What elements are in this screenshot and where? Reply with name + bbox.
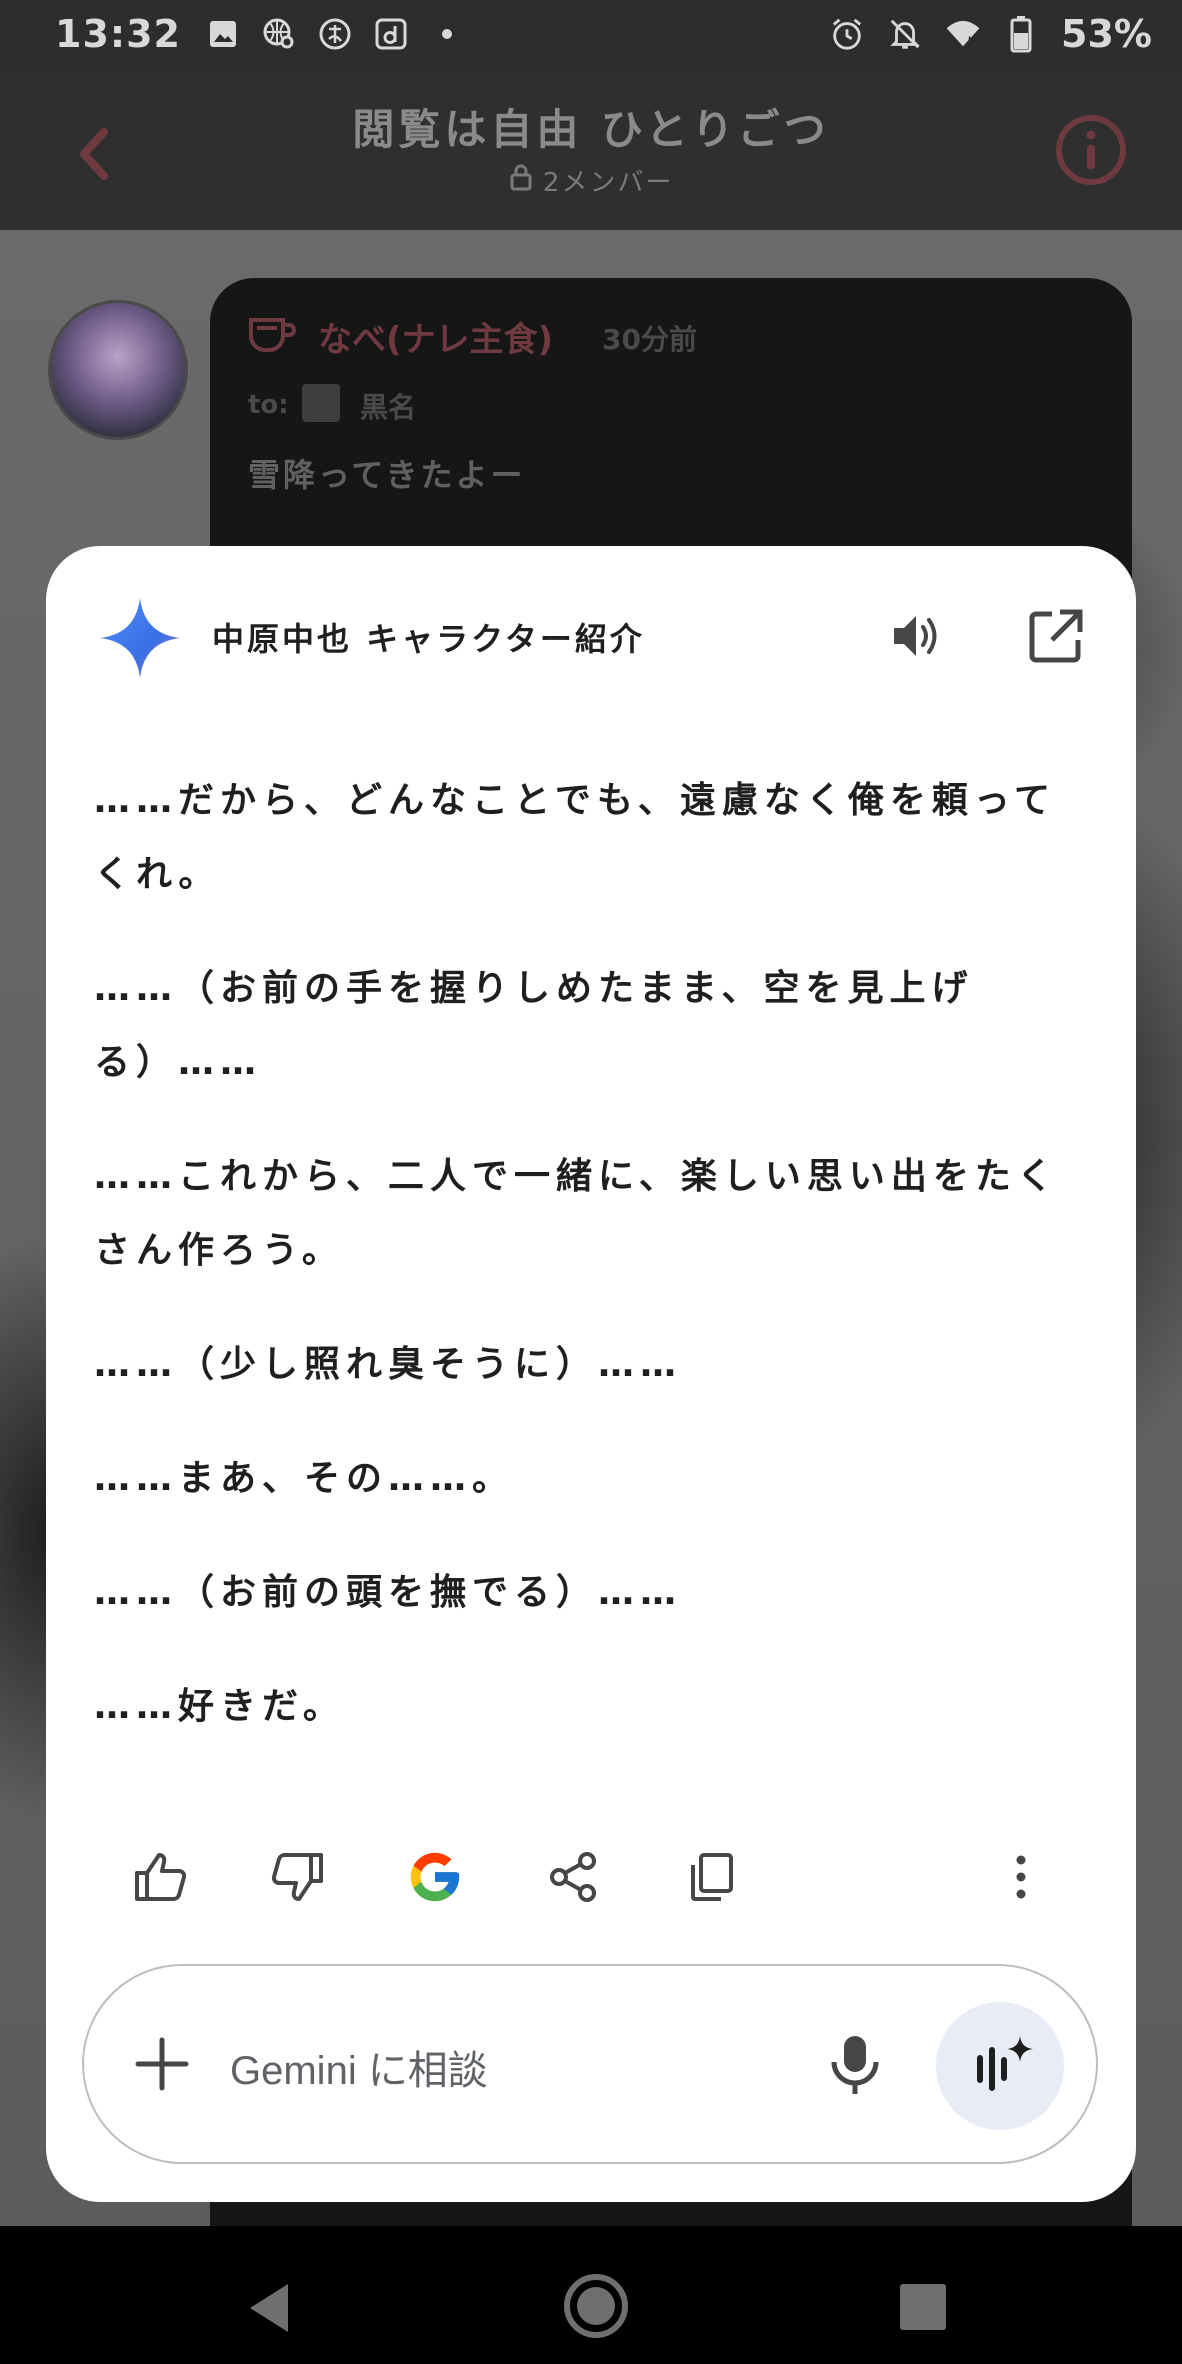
prompt-input[interactable]: Gemini に相談	[82, 1964, 1098, 2164]
image-icon	[205, 16, 241, 52]
response-paragraph: ……（少し照れ臭そうに）……	[94, 1344, 683, 1385]
status-bar: 13:32 53%	[0, 0, 1182, 74]
gemini-sparkle-icon	[98, 596, 182, 680]
more-notifications-dot-icon	[429, 16, 465, 52]
more-vert-icon[interactable]	[986, 1842, 1056, 1912]
lock-icon	[509, 164, 543, 198]
notifications-off-icon	[887, 16, 923, 52]
speaker-button[interactable]	[886, 606, 946, 666]
author-name[interactable]: なべ(ナレ主食)	[318, 312, 553, 361]
gemini-panel: 中原中也 キャラクター紹介 ……だから、どんなことでも、遠慮なく俺を頼ってくれ。…	[46, 546, 1136, 2202]
author-avatar[interactable]	[48, 300, 188, 440]
info-button[interactable]	[1055, 114, 1127, 186]
share-icon[interactable]	[538, 1842, 608, 1912]
status-time: 13:32	[55, 12, 181, 56]
panel-title: 中原中也 キャラクター紹介	[212, 620, 645, 658]
nav-home-icon[interactable]	[562, 2272, 630, 2340]
open-in-new-button[interactable]	[1026, 606, 1086, 666]
room-member-count: 2メンバー	[0, 162, 1182, 199]
mic-icon[interactable]	[824, 2032, 886, 2096]
system-status-icons: 53%	[829, 12, 1152, 56]
system-navigation-bar	[0, 2226, 1182, 2364]
gemini-live-button[interactable]	[936, 2002, 1064, 2130]
copy-icon[interactable]	[676, 1842, 746, 1912]
gemini-live-icon	[977, 2036, 1033, 2091]
chat-header: 閲覧は自由 ひとりごつ 2メンバー	[0, 74, 1182, 230]
recipient-name: 黒名	[360, 391, 417, 424]
response-paragraph: ……（お前の頭を撫でる）……	[94, 1572, 683, 1613]
response-paragraph: ……好きだ。	[94, 1686, 345, 1727]
response-paragraph: ……これから、二人で一緒に、楽しい思い出をたくさん作ろう。	[94, 1156, 1059, 1271]
response-paragraph: ……（お前の手を握りしめたまま、空を見上げる）……	[94, 968, 974, 1083]
response-text: ……だから、どんなことでも、遠慮なく俺を頼ってくれ。 ……（お前の手を握りしめた…	[94, 764, 1094, 1744]
recipient-avatar	[302, 384, 340, 422]
message-text: 雪降ってきたよー	[248, 456, 526, 494]
room-title: 閲覧は自由 ひとりごつ	[352, 105, 830, 154]
message-time: 30分前	[602, 323, 697, 356]
to-label: to:	[248, 390, 289, 420]
plus-icon[interactable]	[130, 2032, 194, 2096]
thumbs-up-icon[interactable]	[126, 1842, 196, 1912]
response-paragraph: ……まあ、その……。	[94, 1458, 515, 1499]
d-app-icon	[373, 16, 409, 52]
alarm-icon	[829, 16, 865, 52]
battery-icon	[1003, 16, 1039, 53]
nav-recents-icon[interactable]	[900, 2284, 946, 2330]
notification-icons	[205, 16, 465, 52]
google-g-icon[interactable]	[400, 1842, 470, 1912]
member-count-text: 2メンバー	[542, 168, 674, 198]
input-placeholder: Gemini に相談	[230, 2049, 488, 2093]
wifi-icon	[945, 16, 981, 52]
response-paragraph: ……だから、どんなことでも、遠慮なく俺を頼ってくれ。	[94, 780, 1057, 895]
thumbs-down-icon[interactable]	[262, 1842, 332, 1912]
nav-back-icon[interactable]	[242, 2278, 298, 2338]
battery-percent: 53%	[1061, 12, 1152, 56]
response-actions	[126, 1842, 1086, 1922]
app-circle-icon	[317, 16, 353, 52]
globe-search-icon	[261, 16, 297, 52]
cup-icon	[248, 314, 296, 354]
